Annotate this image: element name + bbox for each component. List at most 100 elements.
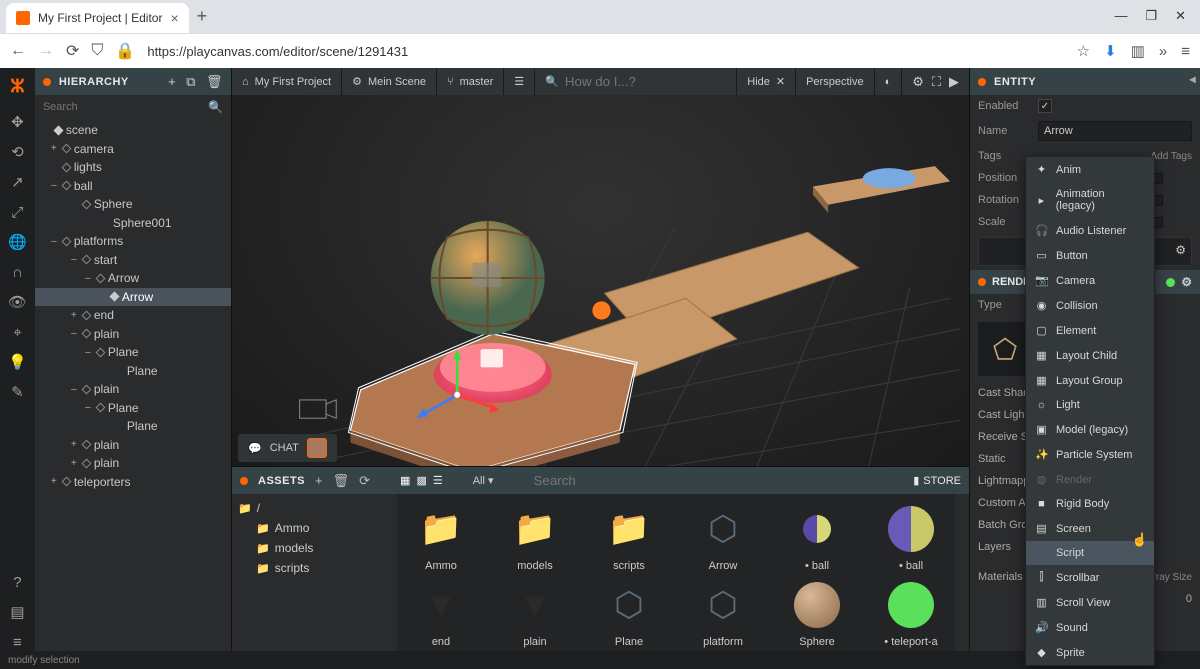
menu-item-sprite[interactable]: ◆Sprite xyxy=(1026,640,1154,665)
menu-icon[interactable]: ≡ xyxy=(1181,43,1190,60)
tree-item[interactable]: –plain xyxy=(35,325,231,344)
tree-item[interactable]: –plain xyxy=(35,380,231,399)
tree-item[interactable]: scene xyxy=(35,121,231,140)
asset-folder[interactable]: 📁Ammo xyxy=(238,518,391,538)
menu-item-particle-system[interactable]: ✨Particle System xyxy=(1026,442,1154,467)
edit-tool-icon[interactable]: ✎ xyxy=(8,383,26,401)
asset-item[interactable]: 📁Ammo xyxy=(405,502,477,572)
shield-icon[interactable]: ⛉ xyxy=(91,42,103,60)
asset-folder[interactable]: 📁models xyxy=(238,538,391,558)
store-button[interactable]: ▮STORE xyxy=(913,474,961,487)
menu-item-camera[interactable]: 📷Camera xyxy=(1026,268,1154,293)
menu-item-layout-child[interactable]: ▦Layout Child xyxy=(1026,343,1154,368)
asset-item[interactable]: ▼end xyxy=(405,578,477,648)
play-icon[interactable]: ▶ xyxy=(949,74,959,90)
tree-item[interactable]: –Plane xyxy=(35,343,231,362)
light-tool-icon[interactable]: 💡 xyxy=(8,353,26,371)
asset-item[interactable]: • ball xyxy=(875,502,947,572)
reload-icon[interactable]: ⟳ xyxy=(66,41,79,61)
tree-item[interactable]: +teleporters xyxy=(35,473,231,492)
download-icon[interactable]: ⬇ xyxy=(1104,42,1117,60)
fullscreen-icon[interactable]: ⛶ xyxy=(932,74,941,90)
asset-folder[interactable]: 📁/ xyxy=(238,498,391,518)
name-input[interactable] xyxy=(1038,121,1192,141)
enabled-checkbox[interactable]: ✓ xyxy=(1038,99,1052,113)
tree-item[interactable]: +end xyxy=(35,306,231,325)
search-icon[interactable]: 🔍 xyxy=(208,100,223,114)
tree-item[interactable]: –platforms xyxy=(35,232,231,251)
focus-tool-icon[interactable]: ⌖ xyxy=(8,323,26,341)
scale-tool-icon[interactable]: ↗ xyxy=(8,173,26,191)
asset-scrollbar[interactable] xyxy=(955,494,969,651)
tab-close-icon[interactable]: × xyxy=(170,10,178,26)
tree-item[interactable]: Sphere001 xyxy=(35,214,231,233)
menu-item-scroll-view[interactable]: ▥Scroll View xyxy=(1026,590,1154,615)
overflow-icon[interactable]: » xyxy=(1159,43,1167,60)
add-asset-icon[interactable]: + xyxy=(315,473,323,489)
tree-item[interactable]: –start xyxy=(35,251,231,270)
rotate-tool-icon[interactable]: ⟲ xyxy=(8,143,26,161)
tree-item[interactable]: –ball xyxy=(35,177,231,196)
tree-item[interactable]: +plain xyxy=(35,454,231,473)
list-toggle-icon[interactable]: ☰ xyxy=(504,68,535,95)
menu-item-rigid-body[interactable]: ■Rigid Body xyxy=(1026,492,1154,516)
asset-item[interactable]: ⬡platform xyxy=(687,578,759,648)
viewport-3d[interactable]: 💬 CHAT xyxy=(232,95,969,466)
resize-tool-icon[interactable]: ⤢ xyxy=(8,203,26,221)
grid-small-icon[interactable]: ▩ xyxy=(416,474,426,487)
visibility-tool-icon[interactable]: 👁 xyxy=(8,293,26,311)
avatar[interactable] xyxy=(307,438,327,458)
tree-item[interactable]: –Arrow xyxy=(35,269,231,288)
add-tags-button[interactable]: Add Tags xyxy=(1150,151,1192,162)
address-url[interactable]: https://playcanvas.com/editor/scene/1291… xyxy=(147,44,1064,59)
bookmark-icon[interactable]: ☆ xyxy=(1077,42,1090,60)
window-maximize-icon[interactable]: ❐ xyxy=(1145,8,1157,24)
asset-item[interactable]: 📁models xyxy=(499,502,571,572)
breadcrumb-project[interactable]: ⌂My First Project xyxy=(232,68,342,95)
menu-item-anim[interactable]: ✦Anim xyxy=(1026,157,1154,182)
asset-filter[interactable]: All ▾ xyxy=(473,474,494,487)
tree-item[interactable]: lights xyxy=(35,158,231,177)
tree-item[interactable]: –Plane xyxy=(35,399,231,418)
hierarchy-search-input[interactable] xyxy=(43,101,208,113)
asset-search-input[interactable] xyxy=(534,473,654,488)
hide-button[interactable]: Hide✕ xyxy=(737,68,796,95)
tree-item[interactable]: Sphere xyxy=(35,195,231,214)
menu-item-button[interactable]: ▭Button xyxy=(1026,243,1154,268)
menu-item-light[interactable]: ☼Light xyxy=(1026,393,1154,417)
duplicate-icon[interactable]: ⧉ xyxy=(186,74,196,90)
asset-item[interactable]: Sphere xyxy=(781,578,853,648)
window-close-icon[interactable]: ✕ xyxy=(1175,8,1186,24)
render-mode-icon[interactable]: ◐ xyxy=(875,68,903,95)
new-tab-button[interactable]: + xyxy=(189,0,216,33)
menu-item-scrollbar[interactable]: ⫿Scrollbar xyxy=(1026,565,1154,590)
delete-asset-icon[interactable]: 🗑 xyxy=(333,473,350,489)
breadcrumb-branch[interactable]: ⑂master xyxy=(437,68,504,95)
asset-folder[interactable]: 📁scripts xyxy=(238,558,391,578)
menu-item-element[interactable]: ▢Element xyxy=(1026,318,1154,343)
asset-item[interactable]: 📁scripts xyxy=(593,502,665,572)
tree-item[interactable]: Plane xyxy=(35,362,231,381)
asset-item[interactable]: • teleport-a xyxy=(875,578,947,648)
settings-icon[interactable]: ⚙ xyxy=(912,74,924,90)
back-icon[interactable]: ← xyxy=(10,42,26,60)
menu-item-model-legacy-[interactable]: ▣Model (legacy) xyxy=(1026,417,1154,442)
list-view-icon[interactable]: ☰ xyxy=(433,474,443,487)
gear-icon[interactable]: ⚙ xyxy=(1181,275,1192,289)
breadcrumb-scene[interactable]: ⚙Mein Scene xyxy=(342,68,437,95)
settings-rail-icon[interactable]: ≡ xyxy=(8,633,26,651)
menu-item-audio-listener[interactable]: 🎧Audio Listener xyxy=(1026,218,1154,243)
camera-mode[interactable]: Perspective xyxy=(796,68,874,95)
chat-widget[interactable]: 💬 CHAT xyxy=(238,434,337,462)
help-search-input[interactable] xyxy=(565,74,726,89)
collapse-icon[interactable]: ◂ xyxy=(1189,72,1196,86)
asset-action-icon[interactable]: ⟳ xyxy=(359,473,370,489)
menu-item-sound[interactable]: 🔊Sound xyxy=(1026,615,1154,640)
grid-large-icon[interactable]: ▦ xyxy=(400,474,410,487)
asset-item[interactable]: ⬡Arrow xyxy=(687,502,759,572)
lock-icon[interactable]: 🔒 xyxy=(115,41,135,61)
asset-item[interactable]: ⬡Plane xyxy=(593,578,665,648)
tree-item[interactable]: +plain xyxy=(35,436,231,455)
menu-item-layout-group[interactable]: ▦Layout Group xyxy=(1026,368,1154,393)
help-icon[interactable]: ? xyxy=(8,573,26,591)
